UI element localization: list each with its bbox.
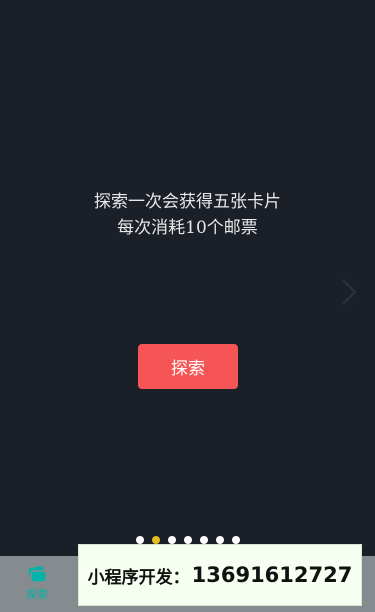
tab-explore[interactable]: 探索 [12, 564, 62, 610]
info-line-1: 探索一次会获得五张卡片 [94, 192, 281, 212]
pager-dot[interactable] [232, 536, 240, 544]
info-line-2: 每次消耗10个邮票 [117, 218, 258, 238]
tab-explore-label: 探索 [26, 588, 48, 601]
explore-info: 探索一次会获得五张卡片 每次消耗10个邮票 [0, 189, 375, 241]
banner-label: 小程序开发： [87, 567, 190, 588]
pager-dot[interactable] [184, 536, 192, 544]
pager-dot[interactable] [200, 536, 208, 544]
pager-dot[interactable] [152, 536, 160, 544]
chevron-right-icon[interactable] [337, 278, 361, 306]
banner-phone: 13691612727 [191, 563, 353, 587]
cards-icon [28, 566, 47, 583]
explore-screen: 探索一次会获得五张卡片 每次消耗10个邮票 探索 [0, 0, 375, 556]
developer-banner: 小程序开发： 13691612727 [78, 544, 362, 606]
pager-dot[interactable] [136, 536, 144, 544]
explore-button[interactable]: 探索 [138, 344, 238, 389]
explore-button-label: 探索 [171, 359, 205, 379]
pager-dot[interactable] [216, 536, 224, 544]
pager-dot[interactable] [168, 536, 176, 544]
pager-dots [136, 536, 240, 544]
